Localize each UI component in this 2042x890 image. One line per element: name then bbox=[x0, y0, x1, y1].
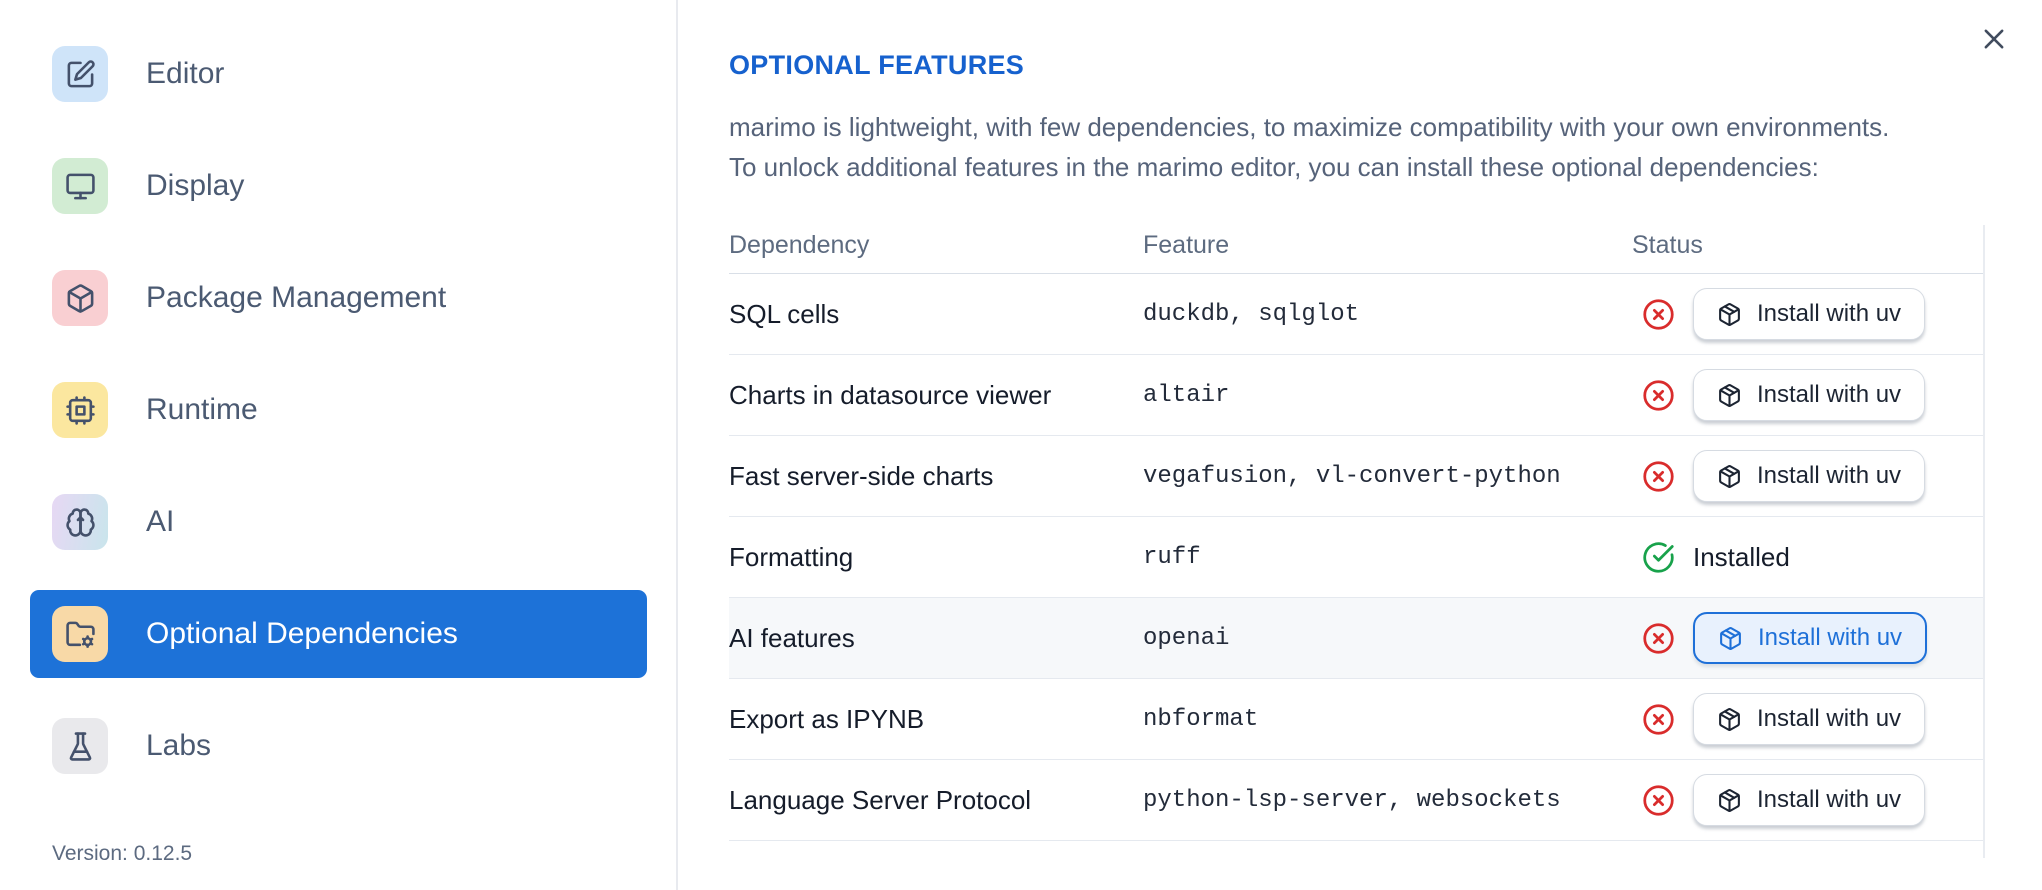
description-line-2: To unlock additional features in the mar… bbox=[729, 152, 1819, 182]
circle-x-icon bbox=[1643, 703, 1674, 735]
page-title: OPTIONAL FEATURES bbox=[729, 50, 1025, 80]
sidebar-item-label: Labs bbox=[146, 729, 212, 762]
square-pen-icon bbox=[52, 46, 108, 102]
folder-cog-icon bbox=[52, 606, 108, 662]
column-header-status: Status bbox=[1632, 230, 1703, 259]
feature-packages: openai bbox=[1143, 624, 1230, 652]
table-header-row: Dependency Feature Status bbox=[729, 217, 1983, 274]
feature-packages: nbformat bbox=[1143, 705, 1259, 733]
install-button-label: Install with uv bbox=[1757, 705, 1902, 732]
install-button-label: Install with uv bbox=[1757, 300, 1902, 327]
sidebar-item-runtime[interactable]: Runtime bbox=[30, 366, 647, 454]
feature-packages: altair bbox=[1143, 381, 1230, 409]
sidebar-item-package-management[interactable]: Package Management bbox=[30, 254, 647, 342]
scrollbar-track[interactable] bbox=[1983, 225, 1985, 858]
package-icon bbox=[52, 270, 108, 326]
package-icon bbox=[1719, 302, 1740, 326]
dependencies-table: Dependency Feature Status SQL cells duck… bbox=[729, 217, 1983, 841]
feature-packages: python-lsp-server, websockets bbox=[1143, 786, 1561, 814]
sidebar-item-label: Optional Dependencies bbox=[146, 617, 458, 650]
sidebar-item-labs[interactable]: Labs bbox=[30, 702, 647, 790]
brain-icon bbox=[52, 494, 108, 550]
package-icon bbox=[1719, 788, 1740, 812]
dependency-name: Fast server-side charts bbox=[729, 460, 994, 491]
feature-packages: ruff bbox=[1143, 543, 1201, 571]
status-cell: Install with uv bbox=[1632, 369, 1983, 421]
monitor-icon bbox=[52, 158, 108, 214]
app-version: Version: 0.12.5 bbox=[52, 842, 193, 865]
table-row: Charts in datasource viewer altair Insta… bbox=[729, 355, 1983, 436]
feature-packages: duckdb, sqlglot bbox=[1143, 300, 1360, 328]
status-cell: Install with uv bbox=[1632, 774, 1983, 826]
description-line-1: marimo is lightweight, with few dependen… bbox=[729, 112, 1890, 142]
sidebar-item-display[interactable]: Display bbox=[30, 142, 647, 230]
install-button-label: Install with uv bbox=[1758, 624, 1903, 651]
install-with-uv-button[interactable]: Install with uv bbox=[1693, 450, 1926, 502]
table-row: SQL cells duckdb, sqlglot Install with u… bbox=[729, 274, 1983, 355]
install-with-uv-button[interactable]: Install with uv bbox=[1693, 612, 1928, 664]
install-with-uv-button[interactable]: Install with uv bbox=[1693, 369, 1926, 421]
install-button-label: Install with uv bbox=[1757, 462, 1902, 489]
installed-status-label: Installed bbox=[1693, 541, 1790, 572]
table-row: AI features openai Install with uv bbox=[729, 598, 1983, 679]
settings-sidebar: Editor Display Package Management Runtim… bbox=[0, 0, 678, 890]
dependency-name: Export as IPYNB bbox=[729, 703, 925, 734]
feature-packages: vegafusion, vl-convert-python bbox=[1143, 462, 1561, 490]
circle-x-icon bbox=[1643, 379, 1674, 411]
package-icon bbox=[1719, 464, 1740, 488]
close-icon[interactable] bbox=[1976, 22, 2012, 58]
status-cell: Installed bbox=[1632, 541, 1983, 574]
sidebar-item-editor[interactable]: Editor bbox=[30, 30, 647, 118]
circle-x-icon bbox=[1643, 784, 1674, 816]
sidebar-item-ai[interactable]: AI bbox=[30, 478, 647, 566]
circle-check-icon bbox=[1643, 541, 1674, 573]
install-with-uv-button[interactable]: Install with uv bbox=[1693, 774, 1926, 826]
panel-description: marimo is lightweight, with few dependen… bbox=[729, 107, 2042, 187]
sidebar-item-label: Editor bbox=[146, 57, 225, 90]
status-cell: Install with uv bbox=[1632, 612, 1983, 664]
table-row: Formatting ruff Installed bbox=[729, 517, 1983, 598]
optional-features-panel: OPTIONAL FEATURES marimo is lightweight,… bbox=[680, 0, 2042, 890]
sidebar-item-label: Package Management bbox=[146, 281, 447, 314]
install-with-uv-button[interactable]: Install with uv bbox=[1693, 693, 1926, 745]
package-icon bbox=[1720, 626, 1741, 650]
install-button-label: Install with uv bbox=[1757, 786, 1902, 813]
sidebar-item-label: Display bbox=[146, 169, 245, 202]
status-cell: Install with uv bbox=[1632, 693, 1983, 745]
table-row: Export as IPYNB nbformat Install with uv bbox=[729, 679, 1983, 760]
status-cell: Install with uv bbox=[1632, 288, 1983, 340]
install-with-uv-button[interactable]: Install with uv bbox=[1693, 288, 1926, 340]
dependency-name: Formatting bbox=[729, 541, 854, 572]
install-button-label: Install with uv bbox=[1757, 381, 1902, 408]
circle-x-icon bbox=[1643, 622, 1674, 654]
sidebar-item-optional-dependencies[interactable]: Optional Dependencies bbox=[30, 590, 647, 678]
dependency-name: SQL cells bbox=[729, 298, 840, 329]
dependency-name: AI features bbox=[729, 622, 855, 653]
dependency-name: Language Server Protocol bbox=[729, 784, 1032, 815]
package-icon bbox=[1719, 383, 1740, 407]
column-header-dependency: Dependency bbox=[729, 230, 870, 259]
sidebar-item-label: Runtime bbox=[146, 393, 258, 426]
sidebar-item-label: AI bbox=[146, 505, 175, 538]
table-row: Fast server-side charts vegafusion, vl-c… bbox=[729, 436, 1983, 517]
dependency-name: Charts in datasource viewer bbox=[729, 379, 1052, 410]
cpu-icon bbox=[52, 382, 108, 438]
circle-x-icon bbox=[1643, 460, 1674, 492]
column-header-feature: Feature bbox=[1143, 230, 1230, 259]
flask-icon bbox=[52, 718, 108, 774]
table-row: Language Server Protocol python-lsp-serv… bbox=[729, 760, 1983, 841]
status-cell: Install with uv bbox=[1632, 450, 1983, 502]
package-icon bbox=[1719, 707, 1740, 731]
circle-x-icon bbox=[1643, 298, 1674, 330]
